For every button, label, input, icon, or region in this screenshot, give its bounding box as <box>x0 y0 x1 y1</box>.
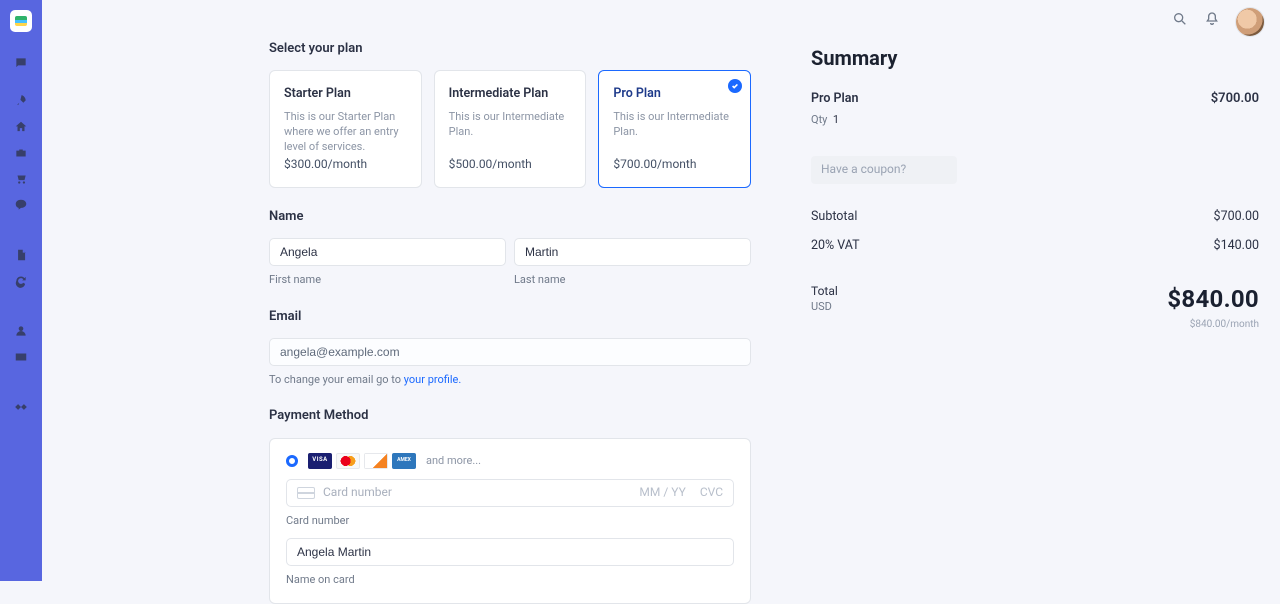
summary-total: Total USD $840.00 $840.00/month <box>811 283 1259 333</box>
summary-total-label: Total <box>811 283 838 300</box>
sidebar <box>0 0 42 581</box>
name-heading: Name <box>269 208 751 226</box>
summary-heading: Summary <box>811 44 1259 72</box>
nav-refresh-icon[interactable] <box>0 268 42 294</box>
coupon-input[interactable]: Have a coupon? <box>811 156 957 184</box>
mastercard-icon <box>336 453 360 469</box>
card-cvc-placeholder: CVC <box>700 484 723 501</box>
payment-box: and more... Card number MM / YY CVC Card… <box>269 438 751 604</box>
summary: Summary Pro Plan $700.00 Qty 1 Have a co… <box>811 40 1259 332</box>
summary-vat: 20% VAT $140.00 <box>811 237 1259 255</box>
card-number-label: Card number <box>286 513 734 528</box>
plans-heading: Select your plan <box>269 40 751 58</box>
nav-document-icon[interactable] <box>0 242 42 268</box>
summary-item-row: Pro Plan $700.00 <box>811 90 1259 108</box>
plan-desc: This is our Starter Plan where we offer … <box>284 109 407 157</box>
plans-row: Starter Plan This is our Starter Plan wh… <box>269 70 751 188</box>
summary-total-sub: $840.00/month <box>1167 318 1259 332</box>
plan-title: Pro Plan <box>613 85 736 103</box>
name-on-card-label: Name on card <box>286 572 734 587</box>
plan-price: $300.00/month <box>284 156 407 173</box>
summary-subtotal: Subtotal $700.00 <box>811 208 1259 226</box>
plan-starter[interactable]: Starter Plan This is our Starter Plan wh… <box>269 70 422 188</box>
plan-price: $700.00/month <box>613 156 736 173</box>
email-heading: Email <box>269 308 751 326</box>
plan-price: $500.00/month <box>449 156 572 173</box>
summary-item-price: $700.00 <box>1211 90 1259 108</box>
app-logo[interactable] <box>10 10 32 32</box>
visa-icon <box>308 453 332 469</box>
email-input[interactable] <box>269 338 751 366</box>
discover-icon <box>364 453 388 469</box>
plan-title: Starter Plan <box>284 85 407 103</box>
nav-handshake-icon[interactable] <box>0 394 42 420</box>
nav-inbox-icon[interactable] <box>0 50 42 76</box>
summary-total-amount: $840.00 <box>1167 283 1259 317</box>
summary-total-currency: USD <box>811 299 838 314</box>
last-name-input[interactable] <box>514 238 751 266</box>
nav-card-icon[interactable] <box>0 344 42 370</box>
plan-pro[interactable]: Pro Plan This is our Intermediate Plan. … <box>598 70 751 188</box>
radio-selected-icon[interactable] <box>286 455 298 467</box>
nav-cart-icon[interactable] <box>0 166 42 192</box>
accepted-cards <box>308 453 416 469</box>
nav-rocket-icon[interactable] <box>0 88 42 114</box>
nav-chat-icon[interactable] <box>0 192 42 218</box>
nav-home-icon[interactable] <box>0 114 42 140</box>
payment-heading: Payment Method <box>269 407 751 425</box>
plan-desc: This is our Intermediate Plan. <box>449 109 572 157</box>
main: Select your plan Starter Plan This is ou… <box>42 0 1280 581</box>
plan-intermediate[interactable]: Intermediate Plan This is our Intermedia… <box>434 70 587 188</box>
check-icon <box>728 79 742 93</box>
summary-qty: Qty 1 <box>811 112 1259 127</box>
coupon-placeholder: Have a coupon? <box>821 161 906 178</box>
card-expiry-placeholder: MM / YY <box>639 484 685 501</box>
amex-icon <box>392 453 416 469</box>
plan-desc: This is our Intermediate Plan. <box>613 109 736 157</box>
last-name-label: Last name <box>514 272 751 287</box>
card-generic-icon <box>297 487 315 499</box>
plan-title: Intermediate Plan <box>449 85 572 103</box>
summary-item-name: Pro Plan <box>811 90 859 108</box>
nav-briefcase-icon[interactable] <box>0 140 42 166</box>
your-profile-link[interactable]: your profile. <box>404 373 462 386</box>
and-more-label: and more... <box>426 453 481 468</box>
payment-option-card[interactable]: and more... <box>286 453 734 469</box>
first-name-label: First name <box>269 272 506 287</box>
first-name-input[interactable] <box>269 238 506 266</box>
card-number-placeholder: Card number <box>323 484 631 501</box>
card-number-input[interactable]: Card number MM / YY CVC <box>286 479 734 507</box>
nav-user-icon[interactable] <box>0 318 42 344</box>
name-on-card-input[interactable] <box>286 538 734 566</box>
email-help: To change your email go to your profile. <box>269 372 751 387</box>
